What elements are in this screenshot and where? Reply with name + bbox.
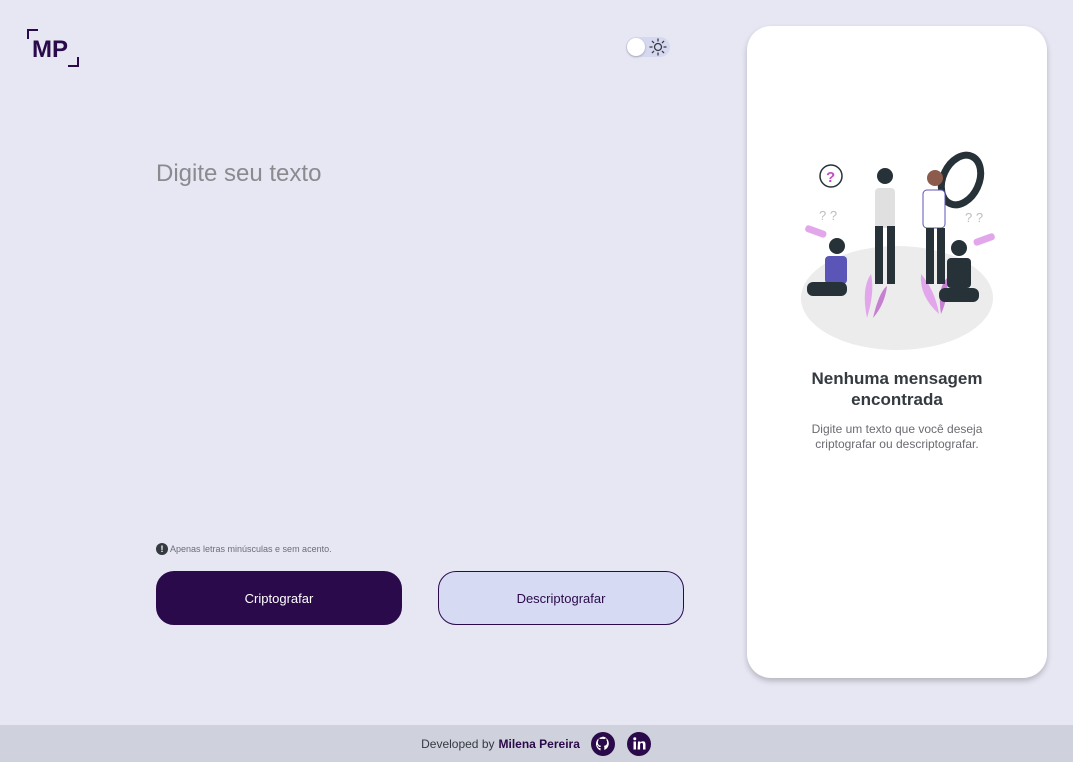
output-description: Digite um texto que você deseja criptogr… (811, 422, 983, 451)
logo[interactable]: MP (26, 28, 80, 68)
linkedin-icon[interactable] (626, 731, 652, 757)
svg-text:? ?: ? ? (819, 208, 837, 223)
hint-text: Apenas letras minúsculas e sem acento. (170, 544, 332, 554)
footer: Developed by Milena Pereira (0, 725, 1073, 762)
logo-text: MP (32, 36, 68, 63)
decrypt-button[interactable]: Descriptografar (438, 571, 684, 625)
encrypt-button[interactable]: Criptografar (156, 571, 402, 625)
info-icon: ! (156, 543, 168, 555)
output-card: ? ? ? ? ? Nenhuma mensagem encontrada Di… (747, 26, 1047, 678)
people-searching-illustration: ? ? ? ? ? (801, 151, 995, 350)
footer-prefix: Developed by (421, 736, 495, 751)
sun-icon (649, 38, 667, 56)
toggle-knob (627, 38, 645, 56)
svg-text:?: ? (826, 169, 835, 186)
output-title: Nenhuma mensagem encontrada (811, 369, 983, 409)
input-hint: ! Apenas letras minúsculas e sem acento. (156, 543, 332, 555)
theme-toggle[interactable] (626, 37, 670, 57)
svg-text:? ?: ? ? (965, 210, 983, 225)
developer-name: Milena Pereira (498, 736, 580, 751)
page: MP ! Apenas letras minúsculas e sem acen… (0, 0, 1073, 762)
message-input[interactable] (156, 160, 686, 520)
github-icon[interactable] (590, 731, 616, 757)
